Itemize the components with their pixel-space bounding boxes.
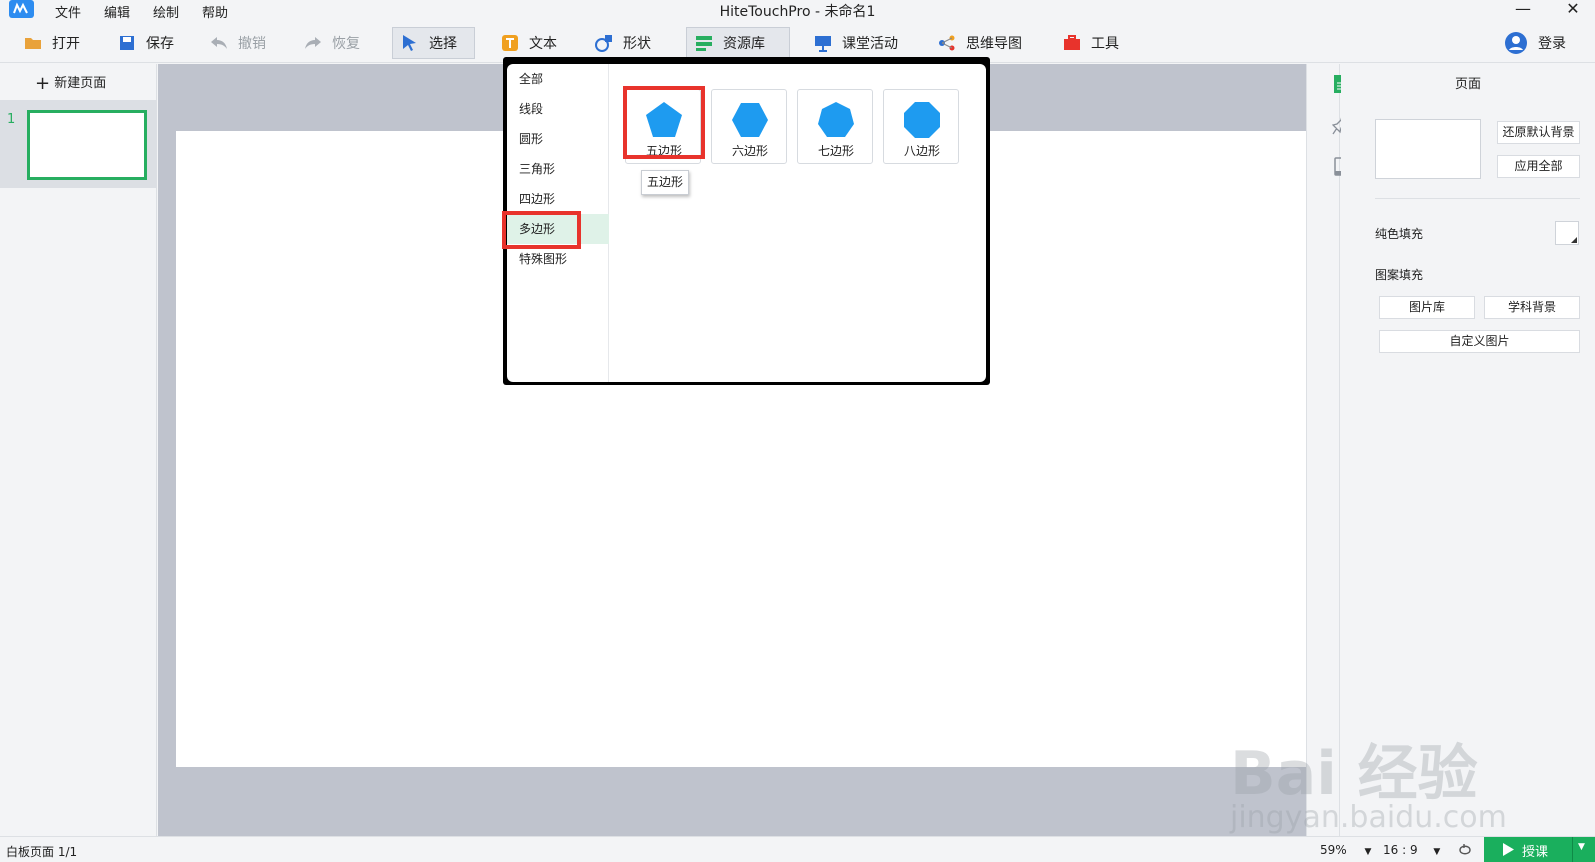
toolbox-icon [1063,34,1081,52]
window-title: HiteTouchPro - 未命名1 [719,4,876,20]
undo-button[interactable]: 撤销 [202,27,274,59]
save-button[interactable]: 保存 [110,27,182,59]
hexagon-icon [732,103,768,137]
baidu-jingyan-watermark: Bai 经验 jingyan.baidu.com [1230,705,1530,835]
play-icon [1503,843,1514,856]
panel-divider [1375,198,1580,199]
library-icon [695,34,713,52]
subject-background-button[interactable]: 学科背景 [1484,296,1580,319]
category-circle[interactable]: 圆形 [507,124,609,154]
text-icon [501,34,519,52]
class-activity-label: 课堂活动 [842,36,898,52]
undo-label: 撤销 [238,36,266,52]
close-button[interactable]: ✕ [1558,0,1588,20]
shape-icon [595,34,613,52]
select-label: 选择 [429,36,457,52]
plus-icon: + [35,73,51,94]
class-activity-button[interactable]: 课堂活动 [806,27,906,59]
heptagon-icon [818,102,854,137]
login-button[interactable]: 登录 [1496,27,1574,59]
resources-label: 资源库 [723,36,765,52]
redo-icon [304,34,322,52]
restore-default-bg-button[interactable]: 还原默认背景 [1497,121,1580,144]
redo-button[interactable]: 恢复 [296,27,368,59]
aspect-ratio-select[interactable]: 16 : 9 ▼ [1383,843,1440,857]
teach-divider [1572,837,1573,862]
minimize-button[interactable]: — [1508,0,1538,20]
chevron-down-icon: ▼ [1364,847,1372,857]
resource-library-button[interactable]: 资源库 [686,27,790,59]
open-label: 打开 [52,36,80,52]
shape-label-octagon: 八边形 [903,144,940,158]
shape-octagon[interactable]: 八边形 [883,89,959,164]
save-icon [118,34,136,52]
category-triangle[interactable]: 三角形 [507,154,609,184]
text-label: 文本 [529,36,557,52]
octagon-icon [904,102,940,138]
select-tool-button[interactable]: 选择 [392,27,475,59]
category-all[interactable]: 全部 [507,64,609,94]
tools-button[interactable]: 工具 [1055,27,1127,59]
watermark-brand: Bai 经验 [1230,739,1478,809]
shape-tooltip: 五边形 [641,170,689,195]
user-avatar-icon [1504,31,1528,55]
zoom-value: 59% [1320,843,1347,857]
custom-image-button[interactable]: 自定义图片 [1379,330,1580,353]
undo-icon [210,34,228,52]
folder-icon [24,34,42,52]
new-page-button[interactable]: + 新建页面 [35,72,106,94]
highlight-box-pentagon [623,86,705,159]
panel-title: 页面 [1454,77,1481,92]
ratio-value: 16 : 9 [1383,843,1418,857]
login-label: 登录 [1538,36,1566,52]
pattern-fill-label: 图案填充 [1375,268,1424,282]
shape-label-hexagon: 六边形 [731,144,768,158]
apply-all-button[interactable]: 应用全部 [1497,155,1580,178]
cursor-arrow-icon [401,34,419,52]
save-label: 保存 [146,36,174,52]
redo-label: 恢复 [332,36,360,52]
shape-tool-button[interactable]: 形状 [587,27,659,59]
chevron-down-icon: ▼ [1433,847,1441,857]
teach-label: 授课 [1522,845,1549,860]
page-thumbnail[interactable] [27,110,147,180]
category-line[interactable]: 线段 [507,94,609,124]
text-tool-button[interactable]: 文本 [493,27,565,59]
shape-hexagon[interactable]: 六边形 [711,89,787,164]
highlight-box-polygon [502,211,581,249]
solid-fill-label: 纯色填充 [1375,227,1424,241]
page-info: 白板页面 1/1 [6,845,78,859]
category-quadrilateral[interactable]: 四边形 [507,184,609,214]
background-preview [1375,119,1481,179]
new-page-label: 新建页面 [54,76,107,91]
presentation-board-icon [814,34,832,52]
mind-map-icon [938,34,956,52]
shape-label: 形状 [623,36,651,52]
hand-gesture-icon[interactable] [1456,842,1474,858]
watermark-url: jingyan.baidu.com [1230,800,1507,835]
teach-button[interactable]: 授课 ▼ [1484,837,1595,862]
shape-label-heptagon: 七边形 [817,144,854,158]
mind-map-button[interactable]: 思维导图 [930,27,1030,59]
open-button[interactable]: 打开 [16,27,88,59]
mind-map-label: 思维导图 [966,36,1022,52]
page-number: 1 [7,112,16,127]
shape-heptagon[interactable]: 七边形 [797,89,873,164]
color-picker-swatch[interactable] [1555,221,1579,245]
chevron-down-icon[interactable]: ▼ [1578,842,1585,852]
zoom-select[interactable]: 59% ▼ [1320,843,1371,857]
tools-label: 工具 [1091,36,1119,52]
image-library-button[interactable]: 图片库 [1379,296,1475,319]
